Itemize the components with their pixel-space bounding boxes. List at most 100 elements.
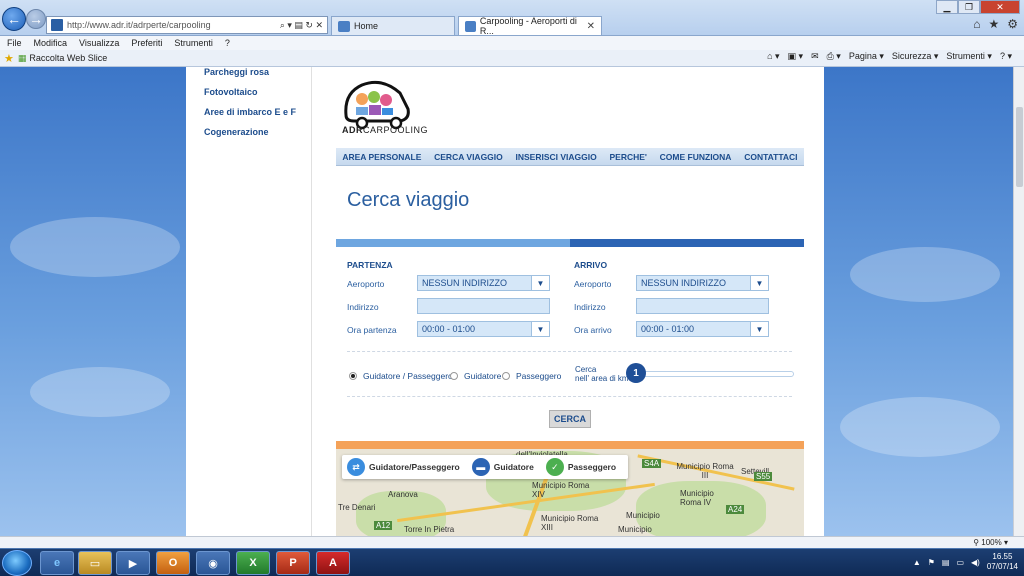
address-bar[interactable]: http://www.adr.it/adrperte/carpooling ⌕ … bbox=[46, 16, 328, 34]
arrivo-aeroporto-select[interactable]: NESSUN INDIRIZZO ▼ bbox=[636, 275, 769, 291]
web-slice-link[interactable]: Raccolta Web Slice bbox=[29, 53, 107, 63]
address-url[interactable]: http://www.adr.it/adrperte/carpooling bbox=[67, 20, 280, 30]
start-button[interactable] bbox=[2, 550, 32, 576]
chevron-down-icon[interactable]: ▼ bbox=[750, 322, 768, 336]
monitor-icon[interactable]: ▭ bbox=[956, 558, 964, 567]
outlook-icon[interactable]: O bbox=[156, 551, 190, 575]
sidebar: Parcheggi rosa Fotovoltaico Aree di imba… bbox=[186, 67, 312, 536]
menu-visualizza[interactable]: Visualizza bbox=[79, 38, 119, 48]
acrobat-icon[interactable]: A bbox=[316, 551, 350, 575]
partenza-indirizzo-input[interactable] bbox=[417, 298, 550, 314]
radio-passeggero[interactable] bbox=[502, 372, 510, 380]
km-radius-label: Cerca nell' area di km bbox=[575, 365, 629, 383]
mail-icon[interactable]: ✉ bbox=[811, 51, 819, 62]
address-controls[interactable]: ⌕ ▾ ▤ ↻ ✕ bbox=[280, 20, 327, 31]
folder-icon[interactable]: ▭ bbox=[78, 551, 112, 575]
tab-home[interactable]: Home bbox=[331, 16, 455, 35]
minimize-button[interactable]: ▁ bbox=[936, 0, 958, 14]
menu-strumenti[interactable]: Strumenti bbox=[174, 38, 213, 48]
nav-perche[interactable]: PERCHE' bbox=[609, 152, 646, 162]
home-icon[interactable]: ⌂ bbox=[973, 17, 980, 31]
help-icon[interactable]: ? ▾ bbox=[1000, 51, 1012, 62]
km-slider-track[interactable] bbox=[626, 371, 794, 377]
clock-date: 07/07/14 bbox=[986, 562, 1018, 571]
nav-contattaci[interactable]: CONTATTACI bbox=[744, 152, 797, 162]
media-player-icon[interactable]: ▶ bbox=[116, 551, 150, 575]
nav-area-personale[interactable]: AREA PERSONALE bbox=[342, 152, 421, 162]
logo-brand: ADR bbox=[342, 125, 363, 135]
partenza-aeroporto-value: NESSUN INDIRIZZO bbox=[422, 278, 508, 288]
clock[interactable]: 16.55 07/07/14 bbox=[987, 552, 1018, 572]
menu-modifica[interactable]: Modifica bbox=[34, 38, 68, 48]
partenza-ora-select[interactable]: 00:00 - 01:00 ▼ bbox=[417, 321, 550, 337]
tab-carpooling[interactable]: Carpooling - Aeroporti di R... ✕ bbox=[458, 16, 602, 36]
chevron-down-icon[interactable]: ▼ bbox=[531, 276, 549, 290]
powerpoint-icon[interactable]: P bbox=[276, 551, 310, 575]
nav-cerca-viaggio[interactable]: CERCA VIAGGIO bbox=[434, 152, 503, 162]
forward-button[interactable]: → bbox=[26, 9, 46, 29]
network-icon[interactable]: ▤ bbox=[942, 558, 950, 567]
close-window-button[interactable]: ✕ bbox=[980, 0, 1020, 14]
home-page-icon[interactable]: ⌂ ▾ bbox=[767, 51, 779, 62]
radio-guidatore-passeggero[interactable] bbox=[349, 372, 357, 380]
cloud bbox=[850, 247, 1000, 302]
scrollbar-thumb[interactable] bbox=[1016, 107, 1023, 187]
arrivo-ora-label: Ora arrivo bbox=[574, 325, 612, 335]
search-button[interactable]: CERCA bbox=[549, 410, 591, 428]
rss-feed-icon[interactable]: ▣ ▾ bbox=[788, 51, 804, 62]
sidebar-item-aree-imbarco[interactable]: Aree di imbarco E e F bbox=[204, 107, 311, 117]
clock-time: 16.55 bbox=[992, 552, 1013, 561]
arrivo-indirizzo-input[interactable] bbox=[636, 298, 769, 314]
back-button[interactable]: ← bbox=[2, 7, 26, 31]
zoom-level[interactable]: 100% bbox=[981, 538, 1001, 547]
excel-icon[interactable]: X bbox=[236, 551, 270, 575]
arrivo-ora-select[interactable]: 00:00 - 01:00 ▼ bbox=[636, 321, 769, 337]
vertical-scrollbar[interactable] bbox=[1013, 67, 1024, 536]
cmd-pagina[interactable]: Pagina ▾ bbox=[849, 51, 884, 62]
browser-toolbar: ← → http://www.adr.it/adrperte/carpoolin… bbox=[0, 0, 1024, 36]
maximize-button[interactable]: ❐ bbox=[958, 0, 980, 14]
menu-file[interactable]: File bbox=[7, 38, 22, 48]
site-favicon-icon bbox=[51, 19, 63, 31]
radio-guidatore[interactable] bbox=[450, 372, 458, 380]
sidebar-item-cogenerazione[interactable]: Cogenerazione bbox=[204, 127, 311, 137]
favorites-star-icon[interactable]: ★ bbox=[988, 17, 999, 31]
chevron-down-icon[interactable]: ▼ bbox=[750, 276, 768, 290]
arrivo-ora-value: 00:00 - 01:00 bbox=[641, 324, 695, 334]
add-favorite-star-icon[interactable]: ★ bbox=[4, 52, 14, 65]
nav-inserisci-viaggio[interactable]: INSERISCI VIAGGIO bbox=[516, 152, 597, 162]
map[interactable]: dell'Inviolatella Settevill Municipio Ro… bbox=[336, 441, 804, 536]
cmd-sicurezza[interactable]: Sicurezza ▾ bbox=[892, 51, 939, 62]
progress-step-2 bbox=[570, 239, 804, 247]
partenza-aeroporto-select[interactable]: NESSUN INDIRIZZO ▼ bbox=[417, 275, 550, 291]
nav-come-funziona[interactable]: COME FUNZIONA bbox=[660, 152, 732, 162]
zoom-dropdown-icon[interactable]: ▾ bbox=[1002, 538, 1008, 547]
show-hidden-icons-icon[interactable]: ▲ bbox=[913, 558, 921, 567]
flag-icon[interactable]: ⚑ bbox=[928, 558, 935, 567]
legend-label: Passeggero bbox=[567, 462, 617, 472]
main-content: ADRCARPOOLING AREA PERSONALE CERCA VIAGG… bbox=[313, 67, 824, 536]
firefox-icon[interactable]: ◉ bbox=[196, 551, 230, 575]
cloud bbox=[30, 367, 170, 417]
menu-preferiti[interactable]: Preferiti bbox=[131, 38, 162, 48]
car-icon: ▬ bbox=[471, 458, 490, 476]
radio-label-guidatore-passeggero[interactable]: Guidatore / Passeggero bbox=[363, 371, 453, 381]
sidebar-item-parcheggi-rosa[interactable]: Parcheggi rosa bbox=[204, 67, 311, 77]
zoom-icon: ⚲ bbox=[973, 538, 982, 547]
close-tab-icon[interactable]: ✕ bbox=[587, 21, 595, 32]
internet-explorer-icon[interactable]: e bbox=[40, 551, 74, 575]
cmd-strumenti[interactable]: Strumenti ▾ bbox=[946, 51, 992, 62]
step-progress-bar bbox=[336, 239, 804, 247]
sidebar-item-fotovoltaico[interactable]: Fotovoltaico bbox=[204, 87, 311, 97]
arrivo-title: ARRIVO bbox=[574, 260, 608, 270]
volume-icon[interactable]: ◀) bbox=[971, 558, 980, 567]
road-shield: A24 bbox=[726, 505, 745, 514]
gear-icon[interactable]: ⚙ bbox=[1007, 17, 1018, 31]
back-arrow-icon: ← bbox=[7, 11, 21, 27]
chevron-down-icon[interactable]: ▼ bbox=[531, 322, 549, 336]
radio-label-guidatore[interactable]: Guidatore bbox=[464, 371, 501, 381]
radio-label-passeggero[interactable]: Passeggero bbox=[516, 371, 561, 381]
menu-help[interactable]: ? bbox=[225, 38, 230, 48]
print-icon[interactable]: ⎙ ▾ bbox=[827, 51, 841, 62]
km-slider-handle[interactable]: 1 bbox=[626, 363, 646, 383]
